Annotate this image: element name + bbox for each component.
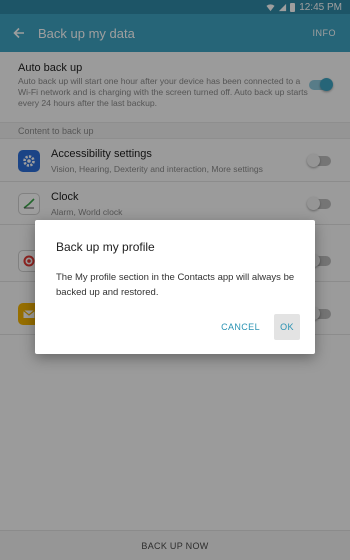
dialog-title: Back up my profile (56, 240, 155, 254)
backup-profile-dialog: Back up my profile The My profile sectio… (35, 220, 315, 354)
dialog-actions: CANCEL OK (216, 314, 300, 340)
ok-button[interactable]: OK (274, 314, 300, 340)
dialog-message: The My profile section in the Contacts a… (56, 272, 295, 298)
cancel-button[interactable]: CANCEL (216, 314, 265, 340)
